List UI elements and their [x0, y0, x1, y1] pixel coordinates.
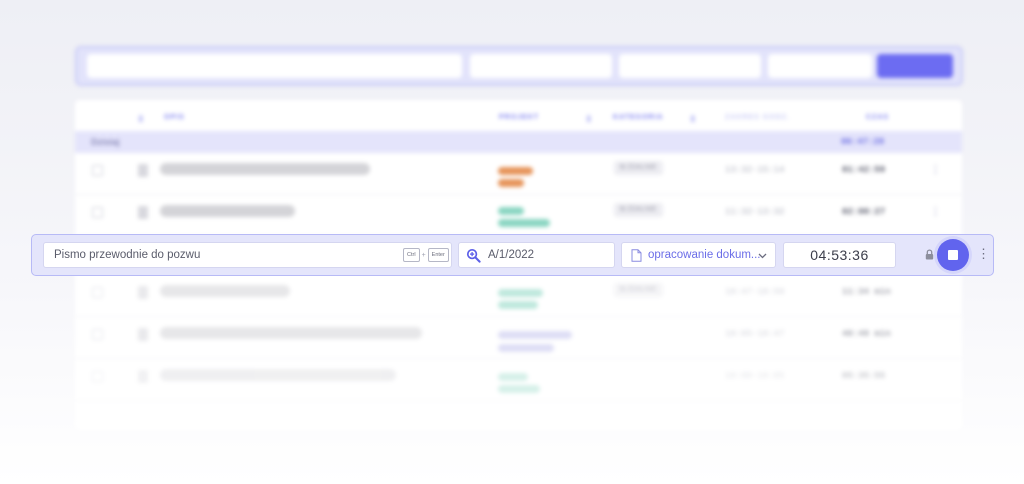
stop-icon — [948, 250, 958, 260]
stop-button[interactable] — [937, 239, 969, 271]
header-desc[interactable]: OPIS — [164, 114, 185, 121]
table-row[interactable]: 10:00-10:05 05:35:55 — [75, 359, 962, 401]
project-tag — [498, 219, 550, 227]
ctrl-key: Ctrl — [403, 248, 420, 262]
row-menu-icon[interactable]: ⋮ — [930, 205, 941, 218]
table-row[interactable]: ⧉ ZDALNIE 13:32-15:14 01:42:59 ⋮ — [75, 153, 962, 195]
group-row-today: Dzisiaj 06:47:28 — [75, 131, 962, 153]
duration: 40:49 min — [842, 329, 891, 339]
description-placeholder — [160, 369, 396, 381]
time-range: 11:32-13:32 — [725, 207, 785, 217]
table-header: ⇕ OPIS PROJEKT ⇕ KATEGORIA ⇕ ZAKRES GODZ… — [75, 110, 962, 128]
project-tag — [498, 167, 533, 175]
active-timer-bar: Ctrl + Enter A/1/2022 opracowanie dokum.… — [31, 234, 994, 276]
project-tag — [498, 207, 524, 215]
filter-bar — [75, 46, 963, 86]
header-time[interactable]: CZAS — [866, 114, 889, 121]
row-menu-icon[interactable]: ⋮ — [930, 163, 941, 176]
row-checkbox[interactable] — [92, 371, 103, 382]
project-tag — [498, 373, 528, 381]
time-range: 10:47-10:59 — [725, 287, 785, 297]
sort-icon[interactable]: ⇕ — [585, 114, 594, 125]
row-checkbox[interactable] — [92, 329, 103, 340]
search-plus-icon — [466, 248, 481, 263]
row-checkbox[interactable] — [92, 287, 103, 298]
duration: 02:00:27 — [842, 207, 886, 217]
project-value: A/1/2022 — [488, 249, 535, 261]
filter-search-field[interactable] — [87, 54, 462, 78]
project-tag — [498, 179, 524, 187]
vertical-dots-icon[interactable]: ⋮ — [977, 247, 990, 261]
project-tag — [498, 331, 572, 339]
table-row[interactable]: ⧉ ZDALNIE 11:32-13:32 02:00:27 ⋮ — [75, 195, 962, 237]
category-selector[interactable]: opracowanie dokum... — [621, 242, 776, 268]
description-input[interactable] — [43, 242, 452, 268]
document-icon — [631, 249, 642, 262]
description-placeholder — [160, 285, 290, 297]
category-badge: ⧉ ZDALNIE — [614, 203, 663, 217]
project-selector[interactable]: A/1/2022 — [458, 242, 615, 268]
group-label: Dzisiaj — [91, 137, 120, 147]
document-icon — [138, 328, 148, 341]
document-icon — [138, 164, 148, 177]
time-range: 10:00-10:05 — [725, 371, 785, 381]
filter-category-field[interactable] — [619, 54, 761, 78]
duration: 01:42:59 — [842, 165, 886, 175]
project-tag — [498, 344, 554, 352]
header-project[interactable]: PROJEKT — [499, 114, 539, 121]
elapsed-time: 04:53:36 — [783, 242, 896, 268]
description-placeholder — [160, 327, 422, 339]
document-icon — [138, 286, 148, 299]
document-icon — [138, 206, 148, 219]
shortcut-hint: Ctrl + Enter — [403, 248, 449, 262]
duration: 05:35:55 — [842, 371, 886, 381]
table-row[interactable]: 10:05-10:47 40:49 min — [75, 317, 962, 359]
filter-project-field[interactable] — [470, 54, 612, 78]
header-range[interactable]: ZAKRES GODZ. — [725, 114, 790, 121]
table-row[interactable]: ⧉ ZDALNIE 10:47-10:59 11:34 min — [75, 275, 962, 317]
project-tag — [498, 385, 540, 393]
time-range: 10:05-10:47 — [725, 329, 785, 339]
group-sum: 06:47:28 — [841, 137, 885, 147]
row-checkbox[interactable] — [92, 165, 103, 176]
description-placeholder — [160, 163, 370, 175]
description-placeholder — [160, 205, 295, 217]
document-icon — [138, 370, 148, 383]
sort-icon[interactable]: ⇕ — [689, 114, 698, 125]
row-checkbox[interactable] — [92, 207, 103, 218]
filter-apply-button[interactable] — [877, 54, 953, 78]
category-value: opracowanie dokum... — [648, 249, 761, 261]
enter-key: Enter — [427, 248, 449, 262]
header-category[interactable]: KATEGORIA — [613, 114, 663, 121]
chevron-down-icon — [758, 253, 767, 259]
sort-icon[interactable]: ⇕ — [137, 114, 146, 125]
category-badge: ⧉ ZDALNIE — [614, 161, 663, 175]
lock-icon[interactable] — [925, 249, 934, 260]
filter-date-field[interactable] — [768, 54, 872, 78]
category-badge: ⧉ ZDALNIE — [614, 283, 663, 297]
shortcut-plus: + — [421, 251, 426, 259]
time-range: 13:32-15:14 — [725, 165, 785, 175]
project-tag — [498, 301, 538, 309]
duration: 11:34 min — [842, 287, 891, 297]
project-tag — [498, 289, 543, 297]
